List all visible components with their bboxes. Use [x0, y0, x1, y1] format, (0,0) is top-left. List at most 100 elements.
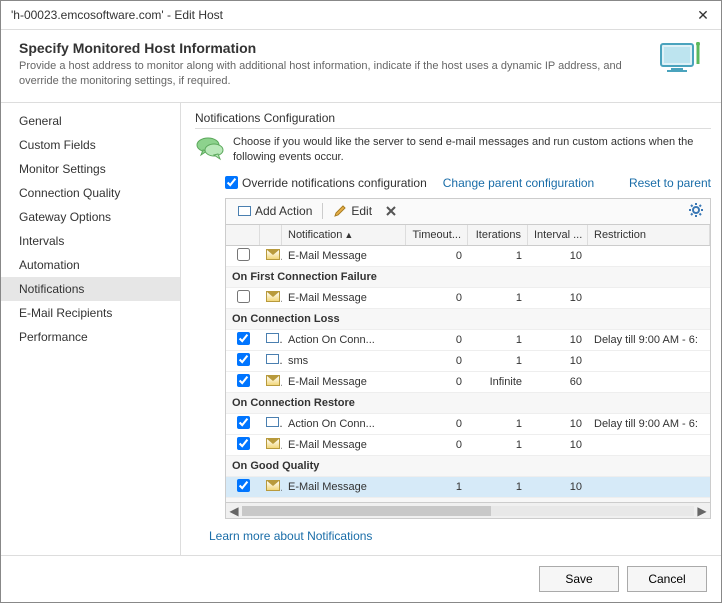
- learn-more-row: Learn more about Notifications: [209, 529, 711, 543]
- override-checkbox-label[interactable]: Override notifications configuration: [225, 176, 427, 190]
- cell-iterations: Infinite: [468, 376, 528, 388]
- sidebar-item-performance[interactable]: Performance: [1, 325, 180, 349]
- page-description: Provide a host address to monitor along …: [19, 59, 649, 90]
- table-row[interactable]: E-Mail Message0110: [226, 435, 710, 456]
- group-header[interactable]: On Good Quality: [226, 456, 710, 477]
- group-header[interactable]: On Connection Restore: [226, 393, 710, 414]
- table-row[interactable]: E-Mail Message1110: [226, 477, 710, 498]
- sidebar-item-automation[interactable]: Automation: [1, 253, 180, 277]
- scroll-left-icon[interactable]: ◀: [226, 504, 242, 518]
- group-header[interactable]: On First Connection Failure: [226, 267, 710, 288]
- sidebar-item-intervals[interactable]: Intervals: [1, 229, 180, 253]
- cancel-button[interactable]: Cancel: [627, 566, 707, 592]
- sidebar-item-gateway-options[interactable]: Gateway Options: [1, 205, 180, 229]
- column-timeout[interactable]: Timeout...: [406, 225, 468, 245]
- sidebar-item-connection-quality[interactable]: Connection Quality: [1, 181, 180, 205]
- close-icon[interactable]: ✕: [695, 7, 711, 23]
- column-restriction[interactable]: Restriction: [588, 225, 710, 245]
- override-checkbox[interactable]: [225, 176, 238, 189]
- row-checkbox[interactable]: [237, 290, 250, 303]
- change-parent-link[interactable]: Change parent configuration: [443, 176, 594, 190]
- add-action-button[interactable]: Add Action: [232, 202, 318, 220]
- save-button[interactable]: Save: [539, 566, 619, 592]
- table-row[interactable]: Action On Conn...0110Delay till 9:00 AM …: [226, 414, 710, 435]
- row-checkbox[interactable]: [237, 437, 250, 450]
- table-row[interactable]: E-Mail Message0Infinite60: [226, 372, 710, 393]
- group-header[interactable]: On Connection Loss: [226, 309, 710, 330]
- cell-timeout: 0: [406, 355, 468, 367]
- row-checkbox[interactable]: [237, 416, 250, 429]
- main-panel: Notifications Configuration Choose if yo…: [181, 103, 721, 555]
- scroll-right-icon[interactable]: ▶: [694, 504, 710, 518]
- table-row[interactable]: sms0110: [226, 351, 710, 372]
- column-notification[interactable]: Notification▲: [282, 225, 406, 245]
- cell-iterations: 1: [468, 355, 528, 367]
- grid-body: E-Mail Message0110On First Connection Fa…: [226, 246, 710, 502]
- pencil-icon: [333, 204, 347, 218]
- cell-notification: sms: [282, 355, 406, 367]
- cell-interval: 10: [528, 334, 588, 346]
- cell-interval: 10: [528, 418, 588, 430]
- cell-timeout: 0: [406, 334, 468, 346]
- cell-restriction: Delay till 9:00 AM - 6:: [588, 334, 710, 346]
- cell-interval: 10: [528, 292, 588, 304]
- row-checkbox[interactable]: [237, 374, 250, 387]
- action-icon: [266, 354, 279, 364]
- cell-iterations: 1: [468, 481, 528, 493]
- scrollbar-track[interactable]: [242, 506, 694, 516]
- monitor-icon: [659, 40, 703, 76]
- grid-toolbar: Add Action Edit: [225, 198, 711, 224]
- row-checkbox[interactable]: [237, 479, 250, 492]
- cell-timeout: 0: [406, 292, 468, 304]
- sidebar: GeneralCustom FieldsMonitor SettingsConn…: [1, 103, 181, 555]
- edit-host-dialog: 'h-00023.emcosoftware.com' - Edit Host ✕…: [0, 0, 722, 603]
- cell-iterations: 1: [468, 439, 528, 451]
- sidebar-item-monitor-settings[interactable]: Monitor Settings: [1, 157, 180, 181]
- horizontal-scrollbar[interactable]: ◀ ▶: [226, 502, 710, 518]
- scrollbar-thumb[interactable]: [242, 506, 491, 516]
- delete-button[interactable]: [378, 202, 404, 220]
- cell-iterations: 1: [468, 334, 528, 346]
- action-icon: [266, 333, 279, 343]
- row-checkbox[interactable]: [237, 353, 250, 366]
- column-interval[interactable]: Interval ...: [528, 225, 588, 245]
- cell-timeout: 1: [406, 481, 468, 493]
- override-label-text: Override notifications configuration: [242, 176, 427, 190]
- mail-icon: [266, 480, 280, 491]
- edit-button[interactable]: Edit: [327, 202, 378, 220]
- page-title: Specify Monitored Host Information: [19, 40, 649, 56]
- settings-button[interactable]: [688, 202, 704, 221]
- edit-label: Edit: [351, 204, 372, 218]
- cell-interval: 60: [528, 376, 588, 388]
- row-checkbox[interactable]: [237, 248, 250, 261]
- column-iterations[interactable]: Iterations: [468, 225, 528, 245]
- cell-notification: E-Mail Message: [282, 439, 406, 451]
- cell-iterations: 1: [468, 418, 528, 430]
- mail-icon: [266, 438, 280, 449]
- table-row[interactable]: E-Mail Message0110: [226, 288, 710, 309]
- group-header[interactable]: On Warning Quality: [226, 498, 710, 502]
- mail-icon: [266, 249, 280, 260]
- learn-more-link[interactable]: Learn more about Notifications: [209, 529, 372, 543]
- column-icon[interactable]: [260, 225, 282, 245]
- dialog-footer: Save Cancel: [1, 555, 721, 602]
- column-checkbox[interactable]: [226, 225, 260, 245]
- add-action-label: Add Action: [255, 204, 312, 218]
- grid-scroll-area[interactable]: E-Mail Message0110On First Connection Fa…: [226, 246, 710, 502]
- section-title: Notifications Configuration: [195, 111, 711, 129]
- chat-icon: [195, 135, 225, 161]
- table-row[interactable]: Action On Conn...0110Delay till 9:00 AM …: [226, 330, 710, 351]
- section-description: Choose if you would like the server to s…: [233, 135, 711, 166]
- sidebar-item-general[interactable]: General: [1, 109, 180, 133]
- sidebar-item-custom-fields[interactable]: Custom Fields: [1, 133, 180, 157]
- cell-iterations: 1: [468, 292, 528, 304]
- header: Specify Monitored Host Information Provi…: [1, 30, 721, 103]
- sidebar-item-notifications[interactable]: Notifications: [1, 277, 180, 301]
- cell-notification: Action On Conn...: [282, 418, 406, 430]
- row-checkbox[interactable]: [237, 332, 250, 345]
- table-row[interactable]: E-Mail Message0110: [226, 246, 710, 267]
- reset-to-parent-link[interactable]: Reset to parent: [629, 176, 711, 190]
- override-row: Override notifications configuration Cha…: [225, 176, 711, 190]
- sidebar-item-e-mail-recipients[interactable]: E-Mail Recipients: [1, 301, 180, 325]
- cell-restriction: Delay till 9:00 AM - 6:: [588, 418, 710, 430]
